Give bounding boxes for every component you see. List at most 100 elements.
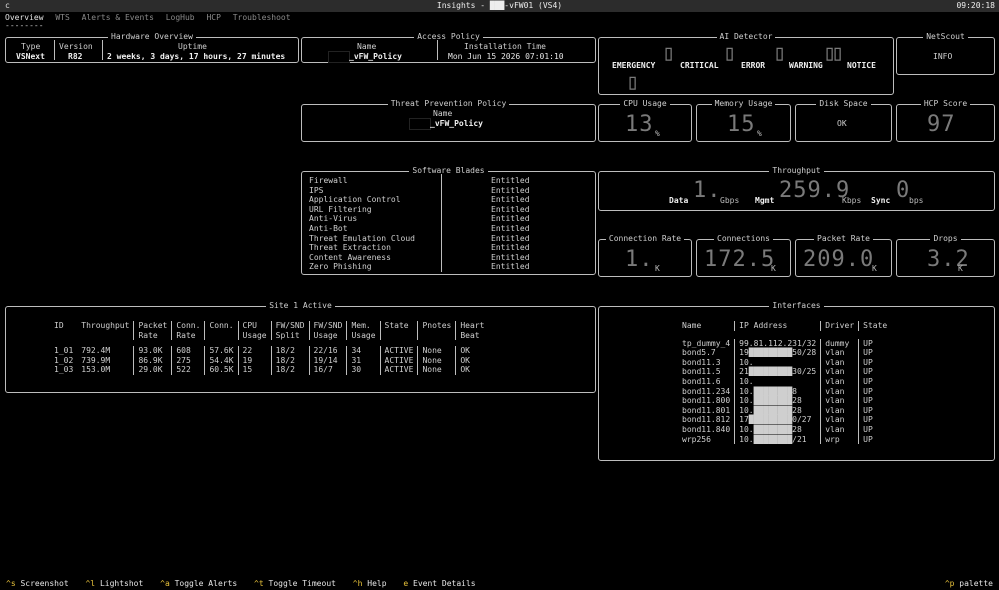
cell: UP: [858, 415, 892, 425]
shortcut-screenshot[interactable]: ^s Screenshot: [6, 579, 69, 588]
threat-prevention-panel: Threat Prevention Policy Name _vFW_Polic…: [301, 99, 596, 142]
interface-row[interactable]: bond11.801 10.████████28 vlan UP: [678, 405, 899, 416]
cell: bond11.3: [682, 357, 721, 367]
ai-level-critical: CRITICAL: [680, 61, 719, 70]
interface-row[interactable]: tp_dummy_4 99.81.112.231/32 dummy UP: [678, 338, 899, 349]
cell: UP: [858, 357, 892, 368]
cell: dummy: [820, 338, 859, 349]
interface-row[interactable]: bond11.812 17█████████0/27 vlan UP: [678, 415, 899, 425]
cell: 608: [171, 346, 205, 356]
tab-wts[interactable]: WTS: [55, 13, 69, 22]
col-header: State: [379, 321, 418, 341]
throughput-mgmt-unit: Kbps: [842, 196, 862, 205]
cell: OK: [455, 365, 489, 375]
cell: 1_02: [54, 355, 74, 365]
cell: 153.0M: [81, 365, 111, 375]
type-value: VSNext: [16, 52, 45, 61]
interface-row[interactable]: bond11.840 10.████████28 vlan UP: [678, 424, 899, 435]
drops-value: 3.2: [927, 247, 970, 272]
cell: 29.0K: [133, 365, 172, 375]
blade-name: IPS: [309, 185, 324, 195]
cell: vlan: [820, 396, 859, 406]
cell: 31: [346, 355, 381, 366]
active-tab-underline: --------: [5, 21, 44, 30]
interface-row[interactable]: bond11.6 10. vlan UP: [678, 376, 899, 387]
emergency-count-icon: ▯: [662, 41, 677, 66]
throughput-data-label: Data: [669, 196, 689, 205]
redaction: [328, 51, 350, 63]
cell: 60.5K: [204, 365, 239, 375]
tab-hcp[interactable]: HCP: [206, 13, 220, 22]
blade-status: Entitled: [491, 214, 530, 224]
cell: 30: [346, 365, 381, 375]
cell: 10.: [734, 357, 821, 368]
ai-detector-title: AI Detector: [716, 32, 776, 41]
tab-troubleshoot[interactable]: Troubleshoot: [233, 13, 291, 22]
overflow-count-icon: ▯: [626, 70, 641, 95]
palette-shortcut[interactable]: ^p palette: [945, 579, 993, 589]
drops-panel: Drops 3.2 K: [896, 234, 995, 277]
cell: 54.4K: [204, 355, 239, 366]
blade-status: Entitled: [491, 223, 530, 233]
throughput-panel: Throughput Data 1. Gbps Mgmt 259.9 Kbps …: [598, 166, 995, 211]
cell: 1_01: [54, 346, 74, 356]
ai-level-warning: WARNING: [789, 61, 823, 70]
shortcut-lightshot[interactable]: ^l Lightshot: [85, 579, 143, 588]
throughput-mgmt-label: Mgmt: [755, 196, 775, 205]
access-policy-panel: Access Policy Name _vFW_Policy Installat…: [301, 32, 596, 63]
connection-rate-title: Connection Rate: [605, 234, 685, 243]
netscout-title: NetScout: [923, 32, 968, 41]
throughput-mgmt-value: 259.9: [779, 178, 851, 203]
interface-row[interactable]: bond11.234 10.████████8 vlan UP: [678, 386, 899, 397]
cpu-usage-panel: CPU Usage 13 %: [598, 99, 692, 142]
shortcut-toggle-alerts[interactable]: ^a Toggle Alerts: [160, 579, 237, 588]
interfaces-title: Interfaces: [769, 301, 824, 310]
notice-count-glyph: ▯: [831, 41, 846, 66]
cell: 10.: [734, 376, 821, 387]
interface-row[interactable]: wrp256 10.████████/21 wrp UP: [678, 434, 899, 445]
interface-row[interactable]: bond11.3 10. vlan UP: [678, 357, 899, 368]
error-count-icon: ▯: [773, 41, 788, 66]
col-header: FW/SND Usage: [308, 321, 347, 341]
access-policy-name-label: Name: [357, 42, 377, 51]
hcp-score-title: HCP Score: [920, 99, 971, 108]
cell: 16/7: [308, 365, 347, 375]
blade-name: Threat Extraction: [309, 243, 391, 253]
col-header: Heart Beat: [455, 321, 489, 341]
connection-rate-unit: K: [655, 264, 660, 273]
blade-status: Entitled: [491, 252, 530, 262]
shortcut-help[interactable]: ^h Help: [353, 579, 387, 588]
cell: UP: [858, 367, 892, 377]
site-table-row[interactable]: 1_01 792.4M 93.0K 608 57.6K 22 18/2 22/16 34 ACTI…: [50, 346, 489, 356]
cell: bond5.7: [682, 348, 716, 358]
blade-name: Firewall: [309, 176, 348, 185]
tab-alerts-events[interactable]: Alerts & Events: [82, 13, 154, 22]
shortcut-event-details[interactable]: e Event Details: [403, 579, 475, 588]
hardware-overview-title: Hardware Overview: [108, 32, 196, 41]
software-blades-panel: Software Blades Firewall IPS Application…: [301, 166, 596, 275]
tab-loghub[interactable]: LogHub: [166, 13, 195, 22]
blade-status-column: Entitled Entitled Entitled Entitled Enti…: [491, 176, 530, 272]
interfaces-table-header: Name IP Address Driver State: [678, 321, 899, 331]
connections-value: 172.5: [704, 247, 776, 272]
cell: UP: [858, 376, 892, 387]
window-title: Insights - ███-vFW01 (VS4): [436, 1, 563, 10]
interface-row[interactable]: bond11.5 21█████████30/25 vlan UP: [678, 367, 899, 377]
cell: 19: [237, 355, 272, 366]
cell: bond11.812: [682, 415, 731, 425]
site-panel: Site 1 Active ID Throughput Packet Rate C…: [5, 301, 596, 393]
cell: 22/16: [308, 346, 347, 356]
site-table-row[interactable]: 1_02 739.9M 86.9K 275 54.4K 19 18/2 19/14 31 ACTI…: [50, 355, 489, 366]
interface-row[interactable]: bond5.7 19█████████50/28 vlan UP: [678, 348, 899, 358]
ai-level-notice: NOTICE: [847, 61, 876, 70]
site-table-header: ID Throughput Packet Rate Conn. Rate Conn.…: [50, 321, 489, 341]
shortcut-toggle-timeout[interactable]: ^t Toggle Timeout: [254, 579, 336, 588]
blade-name: Anti-Bot: [309, 223, 348, 233]
col-header: Driver: [820, 321, 859, 331]
col-header: Throughput: [81, 321, 130, 330]
site-table-row[interactable]: 1_03 153.0M 29.0K 522 60.5K 15 18/2 16/7 30 ACTIV…: [50, 365, 489, 375]
interface-row[interactable]: bond11.800 10.████████28 vlan UP: [678, 396, 899, 406]
cell: vlan: [820, 357, 859, 368]
cell: OK: [455, 355, 489, 366]
drops-unit: K: [958, 264, 963, 273]
